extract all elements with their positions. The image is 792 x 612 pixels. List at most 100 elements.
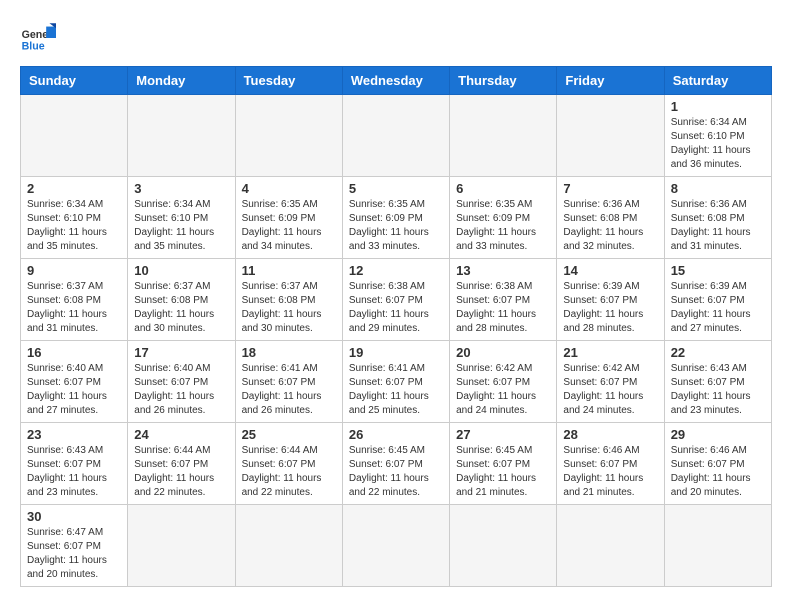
calendar-cell: 14Sunrise: 6:39 AMSunset: 6:07 PMDayligh… — [557, 259, 664, 341]
calendar-week-5: 30Sunrise: 6:47 AMSunset: 6:07 PMDayligh… — [21, 505, 772, 587]
day-number: 16 — [27, 345, 121, 360]
calendar-cell: 20Sunrise: 6:42 AMSunset: 6:07 PMDayligh… — [450, 341, 557, 423]
day-number: 2 — [27, 181, 121, 196]
calendar-cell: 24 Sunrise: 6:44 AMSunset: 6:07 PMDayligh… — [128, 423, 235, 505]
day-number: 12 — [349, 263, 443, 278]
day-info: Sunrise: 6:38 AMSunset: 6:07 PMDaylight:… — [456, 280, 550, 336]
day-info: Sunrise: 6:36 AMSunset: 6:08 PMDaylight:… — [563, 198, 657, 254]
weekday-friday: Friday — [557, 67, 664, 95]
calendar-cell — [664, 505, 771, 587]
calendar-cell: 25Sunrise: 6:44 AMSunset: 6:07 PMDayligh… — [235, 423, 342, 505]
calendar-week-2: 9 Sunrise: 6:37 AMSunset: 6:08 PMDaylight… — [21, 259, 772, 341]
day-info: Sunrise: 6:35 AMSunset: 6:09 PMDaylight:… — [456, 198, 550, 254]
weekday-wednesday: Wednesday — [342, 67, 449, 95]
calendar-cell — [450, 505, 557, 587]
calendar-week-3: 16 Sunrise: 6:40 AMSunset: 6:07 PMDayligh… — [21, 341, 772, 423]
day-number: 1 — [671, 99, 765, 114]
day-info: Sunrise: 6:44 AMSunset: 6:07 PMDaylight:… — [134, 444, 228, 500]
day-number: 10 — [134, 263, 228, 278]
day-number: 8 — [671, 181, 765, 196]
day-info: Sunrise: 6:41 AMSunset: 6:07 PMDaylight:… — [242, 362, 336, 418]
calendar-cell: 22 Sunrise: 6:43 AMSunset: 6:07 PMDayligh… — [664, 341, 771, 423]
calendar-cell: 27 Sunrise: 6:45 AMSunset: 6:07 PMDayligh… — [450, 423, 557, 505]
day-number: 7 — [563, 181, 657, 196]
day-number: 15 — [671, 263, 765, 278]
day-number: 27 — [456, 427, 550, 442]
calendar-week-1: 2 Sunrise: 6:34 AMSunset: 6:10 PMDaylight… — [21, 177, 772, 259]
calendar-cell — [128, 95, 235, 177]
calendar-cell — [450, 95, 557, 177]
calendar-cell: 8 Sunrise: 6:36 AMSunset: 6:08 PMDaylight… — [664, 177, 771, 259]
weekday-thursday: Thursday — [450, 67, 557, 95]
day-info: Sunrise: 6:36 AMSunset: 6:08 PMDaylight:… — [671, 198, 765, 254]
calendar-cell: 3Sunrise: 6:34 AMSunset: 6:10 PMDaylight… — [128, 177, 235, 259]
calendar-cell: 7 Sunrise: 6:36 AMSunset: 6:08 PMDaylight… — [557, 177, 664, 259]
day-info: Sunrise: 6:43 AMSunset: 6:07 PMDaylight:… — [671, 362, 765, 418]
day-info: Sunrise: 6:46 AMSunset: 6:07 PMDaylight:… — [563, 444, 657, 500]
day-info: Sunrise: 6:39 AMSunset: 6:07 PMDaylight:… — [671, 280, 765, 336]
calendar-cell — [235, 95, 342, 177]
calendar-cell — [21, 95, 128, 177]
day-info: Sunrise: 6:42 AMSunset: 6:07 PMDaylight:… — [456, 362, 550, 418]
day-info: Sunrise: 6:35 AMSunset: 6:09 PMDaylight:… — [242, 198, 336, 254]
day-info: Sunrise: 6:45 AMSunset: 6:07 PMDaylight:… — [456, 444, 550, 500]
calendar-cell: 26Sunrise: 6:45 AMSunset: 6:07 PMDayligh… — [342, 423, 449, 505]
day-number: 25 — [242, 427, 336, 442]
calendar-week-4: 23 Sunrise: 6:43 AMSunset: 6:07 PMDayligh… — [21, 423, 772, 505]
svg-text:Blue: Blue — [22, 40, 45, 52]
calendar-cell: 21 Sunrise: 6:42 AMSunset: 6:07 PMDayligh… — [557, 341, 664, 423]
calendar-cell: 1Sunrise: 6:34 AMSunset: 6:10 PMDaylight… — [664, 95, 771, 177]
day-number: 29 — [671, 427, 765, 442]
page-container: General Blue SundayMondayTuesdayWednesda… — [20, 20, 772, 587]
calendar-cell: 15 Sunrise: 6:39 AMSunset: 6:07 PMDayligh… — [664, 259, 771, 341]
weekday-tuesday: Tuesday — [235, 67, 342, 95]
day-info: Sunrise: 6:35 AMSunset: 6:09 PMDaylight:… — [349, 198, 443, 254]
day-number: 5 — [349, 181, 443, 196]
calendar-cell — [128, 505, 235, 587]
calendar-cell — [342, 505, 449, 587]
day-info: Sunrise: 6:38 AMSunset: 6:07 PMDaylight:… — [349, 280, 443, 336]
day-info: Sunrise: 6:40 AMSunset: 6:07 PMDaylight:… — [134, 362, 228, 418]
day-info: Sunrise: 6:42 AMSunset: 6:07 PMDaylight:… — [563, 362, 657, 418]
day-info: Sunrise: 6:34 AMSunset: 6:10 PMDaylight:… — [27, 198, 121, 254]
header: General Blue — [20, 20, 772, 56]
calendar-cell: 28 Sunrise: 6:46 AMSunset: 6:07 PMDayligh… — [557, 423, 664, 505]
day-info: Sunrise: 6:43 AMSunset: 6:07 PMDaylight:… — [27, 444, 121, 500]
day-number: 3 — [134, 181, 228, 196]
day-number: 17 — [134, 345, 228, 360]
day-number: 21 — [563, 345, 657, 360]
day-info: Sunrise: 6:45 AMSunset: 6:07 PMDaylight:… — [349, 444, 443, 500]
calendar-cell: 13 Sunrise: 6:38 AMSunset: 6:07 PMDayligh… — [450, 259, 557, 341]
calendar-cell: 12 Sunrise: 6:38 AMSunset: 6:07 PMDayligh… — [342, 259, 449, 341]
day-number: 28 — [563, 427, 657, 442]
calendar-cell: 5 Sunrise: 6:35 AMSunset: 6:09 PMDaylight… — [342, 177, 449, 259]
calendar-cell: 18 Sunrise: 6:41 AMSunset: 6:07 PMDayligh… — [235, 341, 342, 423]
day-number: 18 — [242, 345, 336, 360]
calendar-cell: 4 Sunrise: 6:35 AMSunset: 6:09 PMDaylight… — [235, 177, 342, 259]
day-info: Sunrise: 6:40 AMSunset: 6:07 PMDaylight:… — [27, 362, 121, 418]
day-number: 19 — [349, 345, 443, 360]
calendar-week-0: 1Sunrise: 6:34 AMSunset: 6:10 PMDaylight… — [21, 95, 772, 177]
calendar-cell: 17 Sunrise: 6:40 AMSunset: 6:07 PMDayligh… — [128, 341, 235, 423]
calendar-table: SundayMondayTuesdayWednesdayThursdayFrid… — [20, 66, 772, 587]
calendar-cell: 2 Sunrise: 6:34 AMSunset: 6:10 PMDaylight… — [21, 177, 128, 259]
day-number: 4 — [242, 181, 336, 196]
day-info: Sunrise: 6:47 AMSunset: 6:07 PMDaylight:… — [27, 526, 121, 582]
day-info: Sunrise: 6:41 AMSunset: 6:07 PMDaylight:… — [349, 362, 443, 418]
day-info: Sunrise: 6:37 AMSunset: 6:08 PMDaylight:… — [27, 280, 121, 336]
day-number: 13 — [456, 263, 550, 278]
logo: General Blue — [20, 20, 56, 56]
day-number: 9 — [27, 263, 121, 278]
weekday-saturday: Saturday — [664, 67, 771, 95]
generalblue-logo-icon: General Blue — [20, 20, 56, 56]
day-number: 24 — [134, 427, 228, 442]
calendar-cell: 9 Sunrise: 6:37 AMSunset: 6:08 PMDaylight… — [21, 259, 128, 341]
calendar-cell — [342, 95, 449, 177]
calendar-cell: 30Sunrise: 6:47 AMSunset: 6:07 PMDayligh… — [21, 505, 128, 587]
calendar-cell — [557, 95, 664, 177]
day-number: 22 — [671, 345, 765, 360]
weekday-monday: Monday — [128, 67, 235, 95]
day-number: 23 — [27, 427, 121, 442]
day-number: 6 — [456, 181, 550, 196]
weekday-header-row: SundayMondayTuesdayWednesdayThursdayFrid… — [21, 67, 772, 95]
